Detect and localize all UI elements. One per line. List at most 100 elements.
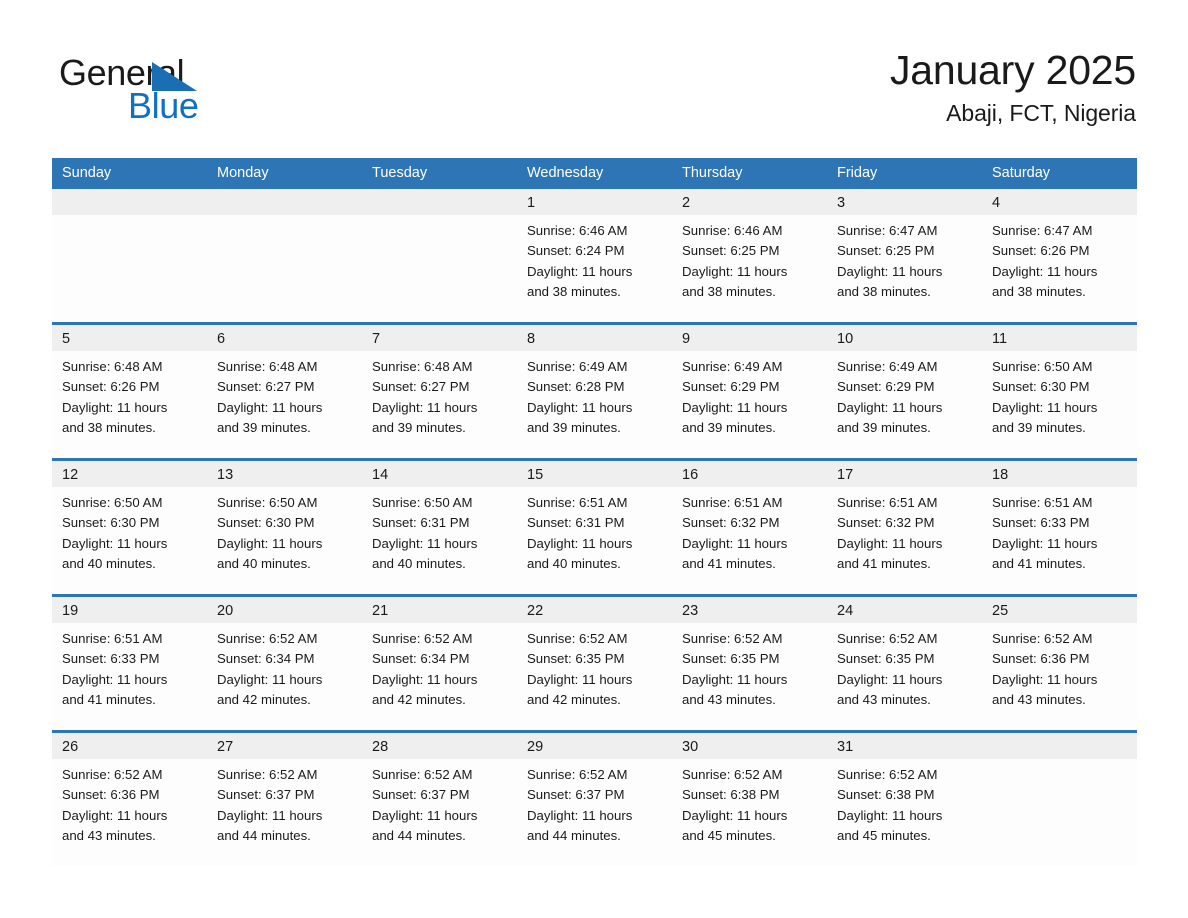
day-details: Sunrise: 6:52 AM Sunset: 6:34 PM Daylight:…	[207, 623, 362, 710]
day-cell-inner: 6 Sunrise: 6:48 AM Sunset: 6:27 PM Daylight…	[207, 325, 362, 458]
sunset-text: Sunset: 6:27 PM	[217, 379, 315, 395]
day-cell-inner: 21 Sunrise: 6:52 AM Sunset: 6:34 PM Dayligh…	[362, 597, 517, 730]
sunset-text: Sunset: 6:32 PM	[682, 515, 780, 531]
calendar-week-row: 26 Sunrise: 6:52 AM Sunset: 6:36 PM Dayligh…	[52, 730, 1137, 866]
day-cell-inner	[207, 189, 362, 322]
daylight-text-line1: Daylight: 11 hours	[837, 535, 943, 551]
daylight-text-line1: Daylight: 11 hours	[992, 535, 1098, 551]
day-cell-inner: 3 Sunrise: 6:47 AM Sunset: 6:25 PM Daylight…	[827, 189, 982, 322]
calendar-day-cell[interactable]: 6 Sunrise: 6:48 AM Sunset: 6:27 PM Daylight…	[207, 322, 362, 460]
day-details: Sunrise: 6:47 AM Sunset: 6:26 PM Daylight:…	[982, 215, 1137, 302]
calendar-day-cell[interactable]: 27 Sunrise: 6:52 AM Sunset: 6:37 PM Dayligh…	[207, 730, 362, 866]
calendar-day-cell[interactable]: 21 Sunrise: 6:52 AM Sunset: 6:34 PM Dayligh…	[362, 594, 517, 732]
calendar-body: 1 Sunrise: 6:46 AM Sunset: 6:24 PM Daylight…	[52, 189, 1137, 866]
calendar-day-cell[interactable]: 13 Sunrise: 6:50 AM Sunset: 6:30 PM Dayligh…	[207, 458, 362, 596]
sunset-text: Sunset: 6:26 PM	[992, 243, 1090, 259]
day-details: Sunrise: 6:52 AM Sunset: 6:36 PM Daylight:…	[52, 759, 207, 846]
calendar-day-cell[interactable]: 29 Sunrise: 6:52 AM Sunset: 6:37 PM Dayligh…	[517, 730, 672, 866]
sunset-text: Sunset: 6:30 PM	[62, 515, 160, 531]
day-number: 4	[982, 189, 1137, 215]
calendar-day-cell[interactable]: 10 Sunrise: 6:49 AM Sunset: 6:29 PM Dayligh…	[827, 322, 982, 460]
day-number: 6	[207, 325, 362, 351]
general-blue-logo[interactable]: General Blue	[59, 54, 259, 134]
calendar-day-cell[interactable]: 17 Sunrise: 6:51 AM Sunset: 6:32 PM Dayligh…	[827, 458, 982, 596]
calendar-day-cell[interactable]: 4 Sunrise: 6:47 AM Sunset: 6:26 PM Daylight…	[982, 189, 1137, 324]
calendar-day-cell[interactable]: 12 Sunrise: 6:50 AM Sunset: 6:30 PM Dayligh…	[52, 458, 207, 596]
day-number	[982, 733, 1137, 759]
daylight-text-line2: and 40 minutes.	[372, 555, 466, 571]
sunrise-text: Sunrise: 6:46 AM	[527, 223, 628, 238]
daylight-text-line2: and 39 minutes.	[992, 419, 1086, 435]
day-details: Sunrise: 6:49 AM Sunset: 6:29 PM Daylight:…	[672, 351, 827, 438]
daylight-text-line1: Daylight: 11 hours	[527, 671, 633, 687]
daylight-text-line1: Daylight: 11 hours	[992, 671, 1098, 687]
calendar-day-cell[interactable]: 1 Sunrise: 6:46 AM Sunset: 6:24 PM Daylight…	[517, 189, 672, 324]
calendar-day-cell[interactable]: 23 Sunrise: 6:52 AM Sunset: 6:35 PM Dayligh…	[672, 594, 827, 732]
calendar-day-cell[interactable]: 14 Sunrise: 6:50 AM Sunset: 6:31 PM Dayligh…	[362, 458, 517, 596]
calendar-week-row: 12 Sunrise: 6:50 AM Sunset: 6:30 PM Dayligh…	[52, 458, 1137, 596]
calendar-day-cell[interactable]: 8 Sunrise: 6:49 AM Sunset: 6:28 PM Daylight…	[517, 322, 672, 460]
calendar-day-cell[interactable]: 30 Sunrise: 6:52 AM Sunset: 6:38 PM Dayligh…	[672, 730, 827, 866]
sunrise-text: Sunrise: 6:52 AM	[217, 767, 318, 782]
day-details: Sunrise: 6:51 AM Sunset: 6:32 PM Daylight:…	[827, 487, 982, 574]
daylight-text-line2: and 41 minutes.	[62, 691, 156, 707]
day-cell-inner	[52, 189, 207, 322]
sunrise-text: Sunrise: 6:50 AM	[372, 495, 473, 510]
calendar-day-cell[interactable]: 20 Sunrise: 6:52 AM Sunset: 6:34 PM Dayligh…	[207, 594, 362, 732]
day-cell-inner: 4 Sunrise: 6:47 AM Sunset: 6:26 PM Daylight…	[982, 189, 1137, 322]
sunset-text: Sunset: 6:25 PM	[837, 243, 935, 259]
day-cell-inner: 20 Sunrise: 6:52 AM Sunset: 6:34 PM Dayligh…	[207, 597, 362, 730]
sunrise-text: Sunrise: 6:52 AM	[372, 767, 473, 782]
calendar-day-cell[interactable]: 25 Sunrise: 6:52 AM Sunset: 6:36 PM Dayligh…	[982, 594, 1137, 732]
sunrise-text: Sunrise: 6:49 AM	[837, 359, 938, 374]
day-details: Sunrise: 6:52 AM Sunset: 6:38 PM Daylight:…	[827, 759, 982, 846]
calendar-day-cell[interactable]: 31 Sunrise: 6:52 AM Sunset: 6:38 PM Dayligh…	[827, 730, 982, 866]
sunset-text: Sunset: 6:36 PM	[62, 787, 160, 803]
sunrise-text: Sunrise: 6:49 AM	[682, 359, 783, 374]
calendar-day-cell[interactable]: 19 Sunrise: 6:51 AM Sunset: 6:33 PM Dayligh…	[52, 594, 207, 732]
sunrise-text: Sunrise: 6:46 AM	[682, 223, 783, 238]
calendar-day-cell[interactable]: 22 Sunrise: 6:52 AM Sunset: 6:35 PM Dayligh…	[517, 594, 672, 732]
calendar-day-cell[interactable]: 28 Sunrise: 6:52 AM Sunset: 6:37 PM Dayligh…	[362, 730, 517, 866]
calendar-day-cell[interactable]: 16 Sunrise: 6:51 AM Sunset: 6:32 PM Dayligh…	[672, 458, 827, 596]
sunrise-text: Sunrise: 6:51 AM	[992, 495, 1093, 510]
day-number: 2	[672, 189, 827, 215]
calendar-day-cell[interactable]: 11 Sunrise: 6:50 AM Sunset: 6:30 PM Dayligh…	[982, 322, 1137, 460]
calendar-day-cell[interactable]: 3 Sunrise: 6:47 AM Sunset: 6:25 PM Daylight…	[827, 189, 982, 324]
day-details: Sunrise: 6:51 AM Sunset: 6:31 PM Daylight:…	[517, 487, 672, 574]
logo-text-blue: Blue	[128, 85, 199, 126]
daylight-text-line1: Daylight: 11 hours	[527, 399, 633, 415]
day-details: Sunrise: 6:52 AM Sunset: 6:37 PM Daylight:…	[207, 759, 362, 846]
day-cell-inner: 24 Sunrise: 6:52 AM Sunset: 6:35 PM Dayligh…	[827, 597, 982, 730]
calendar-day-cell[interactable]: 2 Sunrise: 6:46 AM Sunset: 6:25 PM Daylight…	[672, 189, 827, 324]
calendar-day-cell-empty	[982, 730, 1137, 866]
calendar-day-cell[interactable]: 15 Sunrise: 6:51 AM Sunset: 6:31 PM Dayligh…	[517, 458, 672, 596]
calendar-day-cell[interactable]: 7 Sunrise: 6:48 AM Sunset: 6:27 PM Daylight…	[362, 322, 517, 460]
day-number: 30	[672, 733, 827, 759]
sunrise-text: Sunrise: 6:52 AM	[527, 631, 628, 646]
sunset-text: Sunset: 6:26 PM	[62, 379, 160, 395]
calendar-day-cell[interactable]: 5 Sunrise: 6:48 AM Sunset: 6:26 PM Daylight…	[52, 322, 207, 460]
calendar-day-cell-empty	[207, 189, 362, 324]
day-number: 26	[52, 733, 207, 759]
day-cell-inner: 13 Sunrise: 6:50 AM Sunset: 6:30 PM Dayligh…	[207, 461, 362, 594]
day-details: Sunrise: 6:48 AM Sunset: 6:27 PM Daylight:…	[207, 351, 362, 438]
calendar-day-cell[interactable]: 24 Sunrise: 6:52 AM Sunset: 6:35 PM Dayligh…	[827, 594, 982, 732]
calendar-day-cell[interactable]: 18 Sunrise: 6:51 AM Sunset: 6:33 PM Dayligh…	[982, 458, 1137, 596]
day-number: 11	[982, 325, 1137, 351]
day-number: 5	[52, 325, 207, 351]
day-number	[52, 189, 207, 215]
calendar-table: Sunday Monday Tuesday Wednesday Thursday…	[52, 158, 1137, 866]
day-details: Sunrise: 6:48 AM Sunset: 6:26 PM Daylight:…	[52, 351, 207, 438]
weekday-header-friday: Friday	[827, 158, 982, 189]
day-number: 29	[517, 733, 672, 759]
day-details: Sunrise: 6:48 AM Sunset: 6:27 PM Daylight:…	[362, 351, 517, 438]
calendar-day-cell[interactable]: 9 Sunrise: 6:49 AM Sunset: 6:29 PM Daylight…	[672, 322, 827, 460]
day-cell-inner: 1 Sunrise: 6:46 AM Sunset: 6:24 PM Daylight…	[517, 189, 672, 322]
daylight-text-line1: Daylight: 11 hours	[527, 535, 633, 551]
daylight-text-line1: Daylight: 11 hours	[372, 671, 478, 687]
calendar-day-cell[interactable]: 26 Sunrise: 6:52 AM Sunset: 6:36 PM Dayligh…	[52, 730, 207, 866]
weekday-header-wednesday: Wednesday	[517, 158, 672, 189]
day-cell-inner: 31 Sunrise: 6:52 AM Sunset: 6:38 PM Dayligh…	[827, 733, 982, 866]
calendar-week-row: 5 Sunrise: 6:48 AM Sunset: 6:26 PM Daylight…	[52, 322, 1137, 460]
